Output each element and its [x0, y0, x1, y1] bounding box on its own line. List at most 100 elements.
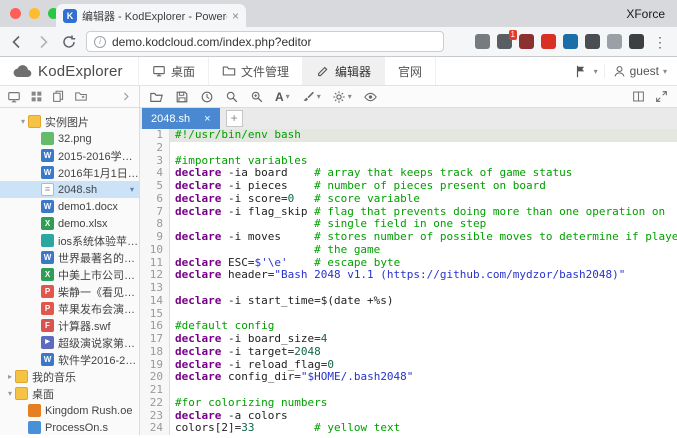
- extension-icon-6[interactable]: [585, 34, 600, 49]
- back-button[interactable]: [8, 33, 26, 51]
- collapse-sidebar-icon[interactable]: [121, 91, 132, 102]
- tree-item[interactable]: ProcessOn.s: [0, 419, 139, 435]
- preview-button[interactable]: [363, 90, 378, 104]
- desktop-tool-icon[interactable]: [7, 90, 21, 104]
- tree-item[interactable]: P柴静一《看见》发...: [0, 283, 139, 300]
- theme-caret-icon: ▾: [317, 92, 321, 101]
- tree-item[interactable]: Wdemo1.docx: [0, 198, 139, 215]
- tree-item[interactable]: W软件学2016-20...: [0, 351, 139, 368]
- user-icon: [613, 65, 626, 78]
- new-tab-button[interactable]: +: [226, 110, 243, 127]
- editor-tab-close-icon[interactable]: ×: [204, 113, 210, 125]
- code-line[interactable]: #!/usr/bin/env bash: [170, 129, 677, 142]
- tree-caret-icon[interactable]: ▸: [5, 372, 15, 381]
- extension-icon-1[interactable]: [475, 34, 490, 49]
- tree-item[interactable]: Kingdom Rush.oe: [0, 402, 139, 419]
- line-number: 2: [140, 142, 163, 155]
- tree-item[interactable]: ▸我的音乐: [0, 368, 139, 385]
- tree-item-label: 32.png: [58, 133, 92, 145]
- line-number: 6: [140, 193, 163, 206]
- tree-item[interactable]: W世界最著名的十大...: [0, 249, 139, 266]
- image-file-icon: [41, 132, 54, 145]
- editor-tab-2048sh[interactable]: 2048.sh ×: [142, 108, 220, 129]
- extension-icon-5[interactable]: [563, 34, 578, 49]
- line-number: 13: [140, 282, 163, 295]
- open-file-button[interactable]: [149, 90, 164, 104]
- code-line[interactable]: declare config_dir="$HOME/.bash2048": [175, 371, 677, 384]
- line-number: 21: [140, 384, 163, 397]
- tree-item[interactable]: X中美上市公司财报...: [0, 266, 139, 283]
- folder-file-icon: [28, 115, 41, 128]
- tree-item[interactable]: ≡2048.sh▾: [0, 181, 139, 198]
- tree-item[interactable]: W2015-2016学年第...: [0, 147, 139, 164]
- split-view-icon[interactable]: [632, 90, 645, 103]
- reload-button[interactable]: [60, 33, 78, 51]
- tree-item-label: ios系统体验苹果手机: [58, 233, 139, 249]
- tree-caret-icon[interactable]: ▾: [5, 389, 15, 398]
- theme-button[interactable]: ▾: [301, 90, 321, 104]
- tree-item[interactable]: ios系统体验苹果手机: [0, 232, 139, 249]
- other-file-icon: [41, 234, 54, 247]
- code-line[interactable]: colors[2]=33 # yellow text: [175, 422, 677, 435]
- search-icon: [225, 90, 239, 104]
- app-header: KodExplorer 桌面 文件管理 编辑器 官网 ▾: [0, 57, 677, 86]
- kodexplorer-favicon-icon: K: [63, 9, 77, 23]
- zoom-button[interactable]: [250, 90, 264, 104]
- font-size-button[interactable]: A ▾: [275, 90, 290, 104]
- tree-item[interactable]: ▾实例图片: [0, 113, 139, 130]
- tree-item[interactable]: W2016年1月1日元...: [0, 164, 139, 181]
- file-tree: ▾实例图片 32.png W2015-2016学年第...W2016年1月1日元..…: [0, 113, 139, 435]
- user-menu[interactable]: guest ▾: [604, 64, 667, 78]
- grid-view-icon[interactable]: [30, 90, 43, 103]
- settings-button[interactable]: ▾: [332, 90, 352, 104]
- tree-item[interactable]: P苹果发布会演示文...: [0, 300, 139, 317]
- page-info-icon[interactable]: i: [94, 36, 106, 48]
- browser-menu-icon[interactable]: ⋮: [651, 35, 669, 49]
- code-line[interactable]: declare header="Bash 2048 v1.1 (https://…: [175, 269, 677, 282]
- code-line[interactable]: declare -i start_time=$(date +%s): [175, 295, 677, 308]
- code-lines[interactable]: #!/usr/bin/env bash #important variables…: [170, 129, 677, 435]
- extension-icon-8[interactable]: [629, 34, 644, 49]
- forward-button[interactable]: [34, 33, 52, 51]
- window-minimize-button[interactable]: [29, 8, 40, 19]
- window-close-button[interactable]: [10, 8, 21, 19]
- line-number: 18: [140, 346, 163, 359]
- tree-item[interactable]: F计算器.swf: [0, 317, 139, 334]
- fullscreen-icon[interactable]: [655, 90, 668, 103]
- kodexplorer-logo[interactable]: KodExplorer: [0, 57, 138, 85]
- extension-icon-2[interactable]: 1: [497, 34, 512, 49]
- settings-gear-icon: [332, 90, 346, 104]
- tree-item[interactable]: Xdemo.xlsx: [0, 215, 139, 232]
- address-bar[interactable]: i demo.kodcloud.com/index.php?editor: [86, 31, 444, 52]
- extension-icon-4[interactable]: [541, 34, 556, 49]
- tree-item[interactable]: ▾ 桌面: [0, 385, 139, 402]
- profile-avatar-icon[interactable]: [607, 34, 622, 49]
- settings-caret-icon: ▾: [348, 92, 352, 101]
- tree-item[interactable]: ▶超级演说家第二季...: [0, 334, 139, 351]
- save-button[interactable]: [175, 90, 189, 104]
- search-button[interactable]: [225, 90, 239, 104]
- extension-badge: 1: [509, 30, 517, 40]
- tab-close-icon[interactable]: ×: [232, 10, 239, 22]
- nav-item-desktop[interactable]: 桌面: [138, 57, 209, 85]
- new-folder-icon[interactable]: [74, 90, 88, 103]
- copy-files-icon[interactable]: [52, 90, 65, 103]
- nav-item-website[interactable]: 官网: [385, 57, 436, 85]
- folder-icon: [222, 64, 236, 78]
- nav-item-file-manager[interactable]: 文件管理: [209, 57, 303, 85]
- tree-item-label: 桌面: [32, 386, 54, 402]
- nav-item-label: 桌面: [171, 63, 195, 80]
- tree-caret-icon[interactable]: ▾: [18, 117, 28, 126]
- font-size-label: A: [275, 90, 284, 104]
- nav-item-editor[interactable]: 编辑器: [303, 57, 385, 85]
- other2-file-icon: [28, 421, 41, 434]
- browser-tab-strip: K 编辑器 - KodExplorer - Powere × XForce: [0, 0, 677, 27]
- language-flag-icon[interactable]: [574, 64, 588, 79]
- extension-icon-3[interactable]: [519, 34, 534, 49]
- tree-item-label: 中美上市公司财报...: [58, 267, 139, 283]
- browser-tab[interactable]: K 编辑器 - KodExplorer - Powere ×: [56, 4, 246, 27]
- tree-item[interactable]: 32.png: [0, 130, 139, 147]
- history-button[interactable]: [200, 90, 214, 104]
- flag-caret-icon[interactable]: ▾: [594, 67, 598, 76]
- item-menu-caret-icon[interactable]: ▾: [130, 185, 139, 194]
